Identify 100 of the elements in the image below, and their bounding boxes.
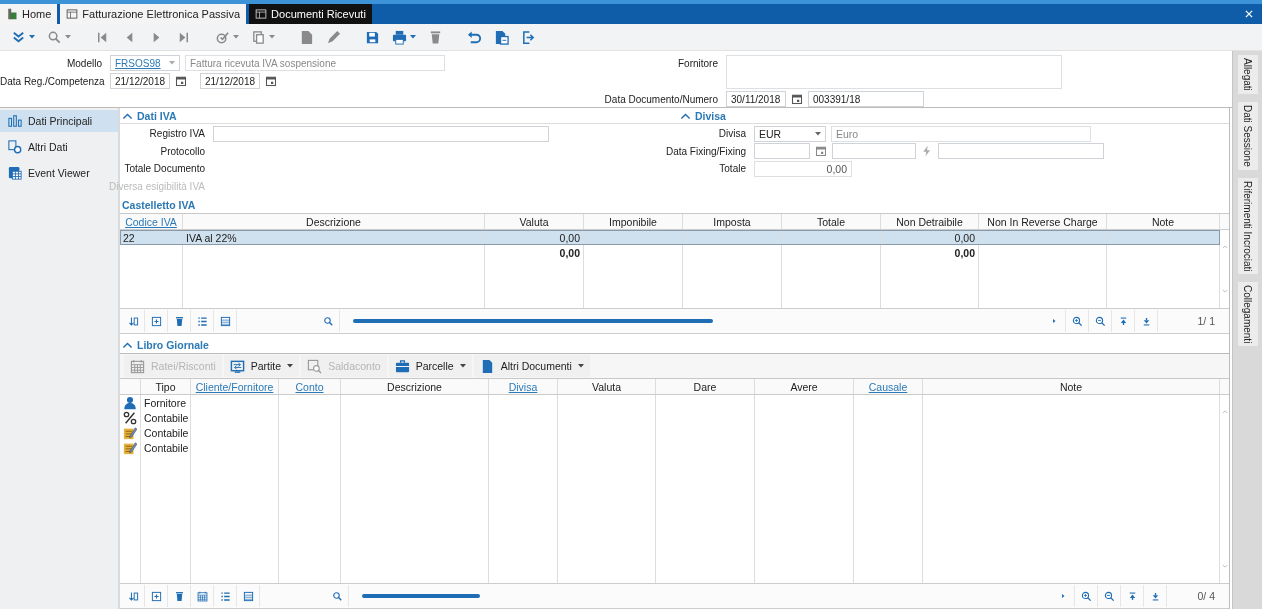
window-icon [255,8,268,20]
field-label: Data Documento/Numero [603,93,718,105]
note-icon [123,440,137,455]
selected-row[interactable]: 22 IVA al 22% 0,00 0,00 [120,230,1220,245]
lookup-icon [307,358,323,374]
column-header[interactable]: Imposta [683,214,782,229]
trash-icon [173,590,185,602]
date-field[interactable] [754,143,810,160]
table-cell: Contabile [144,411,189,424]
side-tab[interactable]: Riferimenti Incrociati [1237,177,1258,275]
bolt-icon[interactable] [921,145,933,158]
field-label: Totale Documento [123,163,205,175]
field-label: Data Fixing/Fixing [664,145,746,157]
table-cell: Fornitore [144,396,186,409]
sort-icon [127,315,139,327]
table-cell: Contabile [144,426,189,439]
supplier-field[interactable] [726,55,1062,89]
scrollbar-thumb[interactable] [353,319,713,323]
scroll-up-icon[interactable] [1222,409,1228,415]
zoom-in-icon [1071,315,1083,327]
document-gear-icon [8,140,22,154]
column-header[interactable]: Descrizione [183,214,485,229]
trash-icon [428,29,443,45]
calendar-icon[interactable] [265,75,277,87]
column-header[interactable]: Divisa [489,379,558,394]
side-tab[interactable]: Collegamenti [1237,282,1258,347]
toolbar-button[interactable]: Parcelle [388,355,472,377]
date-field[interactable]: 30/11/2018 [726,91,786,107]
field-label: Fornitore [677,57,718,69]
scrollbar-thumb[interactable] [362,594,480,598]
date-field[interactable]: 21/12/2018 [200,73,260,89]
home-icon [6,8,18,20]
description-field: Fattura ricevuta IVA sospensione [185,55,445,71]
side-tab[interactable]: Allegati [1237,55,1258,94]
briefcase-icon [394,358,410,374]
scroll-down-icon[interactable] [1222,288,1228,294]
scroll-down-icon[interactable] [1222,563,1228,569]
chevron-icon[interactable] [680,110,691,122]
date-field[interactable]: 21/12/2018 [110,73,170,89]
window-tab[interactable]: Fatturazione Elettronica Passiva [60,4,247,24]
column-header[interactable]: Valuta [558,379,656,394]
column-header[interactable]: Conto [279,379,341,394]
column-header[interactable]: Note [1107,214,1220,229]
calendar-icon[interactable] [175,75,187,87]
play-icon [1059,592,1067,600]
sidebar-item[interactable]: Altri Dati [0,136,118,158]
column-header[interactable]: Avere [755,379,854,394]
text-field[interactable] [938,143,1104,160]
add-icon [150,315,162,327]
undo-icon [467,29,482,45]
chart-icon [8,114,22,128]
column-header[interactable]: Codice IVA [120,214,183,229]
toolbar-button[interactable]: Partite [223,355,300,377]
table-icon [8,166,22,180]
chevron-icon[interactable] [122,339,133,351]
table-cell: IVA al 22% [186,231,237,244]
model-dropdown[interactable]: FRSOS98 [110,55,180,71]
text-field[interactable] [832,143,916,160]
column-header[interactable]: Dare [656,379,755,394]
column-header[interactable]: Tipo [141,379,191,394]
document-icon [299,29,314,45]
calendar-icon[interactable] [815,145,827,158]
section-title: Castelletto IVA [122,199,196,211]
scroll-up-icon[interactable] [1222,244,1228,250]
column-header[interactable]: Totale [782,214,881,229]
play-icon [1050,317,1058,325]
caret-icon [815,131,821,136]
side-tab[interactable]: Dati Sessione [1237,101,1258,170]
pencil-icon [326,29,341,45]
window-tab[interactable]: Home [0,4,58,24]
toolbar-button[interactable]: Altri Documenti [473,355,590,377]
sidebar-item[interactable]: Dati Principali [0,110,118,132]
total-field: 0,00 [754,160,852,177]
column-header[interactable]: Note [923,379,1220,394]
column-header[interactable]: Non In Reverse Charge [979,214,1107,229]
calendar-icon [130,358,145,374]
chevron-icon[interactable] [122,110,133,122]
column-header[interactable]: Imponibile [584,214,683,229]
trash-icon [173,315,185,327]
field-label: Divisa [717,128,746,140]
column-header[interactable]: Causale [854,379,923,394]
zoom-out-icon [1103,590,1115,602]
column-header[interactable]: Non Detraibile [881,214,979,229]
list-icon [196,315,208,327]
table-icon [242,590,254,602]
column-header[interactable]: Cliente/Fornitore [191,379,279,394]
column-header[interactable]: Valuta [485,214,584,229]
window-tab[interactable]: Documenti Ricevuti [249,4,372,24]
close-button[interactable] [1244,9,1254,19]
table-cell: 0,00 [954,231,975,244]
clipboard-icon [494,29,509,45]
column-header[interactable]: Descrizione [341,379,489,394]
sidebar-item[interactable]: Event Viewer [0,162,118,184]
currency-dropdown[interactable]: EUR [754,125,826,142]
text-field[interactable] [213,125,549,142]
window-icon [66,8,79,20]
calendar-icon[interactable] [791,93,803,105]
table-cell: 0,00 [559,231,580,244]
zoom-out-icon [1094,315,1106,327]
number-field[interactable]: 003391/18 [808,91,924,107]
